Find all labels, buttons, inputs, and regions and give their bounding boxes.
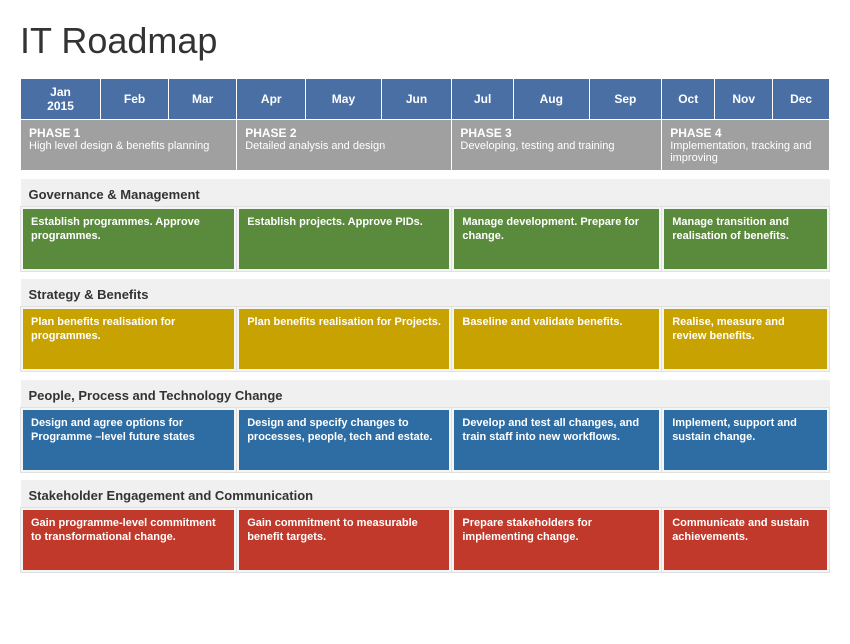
month-nov: Nov	[715, 79, 773, 120]
month-apr: Apr	[237, 79, 306, 120]
phase-row: PHASE 1 High level design & benefits pla…	[21, 120, 830, 171]
strategy-act-4: Realise, measure and review benefits.	[662, 307, 830, 372]
governance-act-3-text: Manage development. Prepare for change.	[454, 209, 659, 269]
month-sep: Sep	[589, 79, 662, 120]
strategy-title: Strategy & Benefits	[21, 279, 830, 307]
people-act-4: Implement, support and sustain change.	[662, 407, 830, 472]
phase-1-cell: PHASE 1 High level design & benefits pla…	[21, 120, 237, 171]
people-title: People, Process and Technology Change	[21, 380, 830, 408]
strategy-section-header: Strategy & Benefits	[21, 279, 830, 307]
people-act-2-text: Design and specify changes to processes,…	[239, 410, 449, 470]
month-jul: Jul	[452, 79, 514, 120]
governance-act-2: Establish projects. Approve PIDs.	[237, 206, 452, 271]
month-jan: Jan2015	[21, 79, 101, 120]
strategy-act-4-text: Realise, measure and review benefits.	[664, 309, 827, 369]
month-header-row: Jan2015 Feb Mar Apr May Jun Jul Aug Sep …	[21, 79, 830, 120]
governance-activity-row: Establish programmes. Approve programmes…	[21, 206, 830, 271]
strategy-act-2-text: Plan benefits realisation for Projects.	[239, 309, 449, 369]
governance-title: Governance & Management	[21, 179, 830, 207]
governance-act-4-text: Manage transition and realisation of ben…	[664, 209, 827, 269]
roadmap-table: Jan2015 Feb Mar Apr May Jun Jul Aug Sep …	[20, 78, 830, 573]
people-act-3-text: Develop and test all changes, and train …	[454, 410, 659, 470]
page-title: IT Roadmap	[20, 20, 830, 62]
people-act-4-text: Implement, support and sustain change.	[664, 410, 827, 470]
stakeholder-act-4: Communicate and sustain achievements.	[662, 508, 830, 573]
phase-3-desc: Developing, testing and training	[460, 140, 653, 152]
stakeholder-act-1-text: Gain programme-level commitment to trans…	[23, 510, 234, 570]
stakeholder-act-1: Gain programme-level commitment to trans…	[21, 508, 237, 573]
stakeholder-section-header: Stakeholder Engagement and Communication	[21, 480, 830, 508]
phase-2-cell: PHASE 2 Detailed analysis and design	[237, 120, 452, 171]
strategy-act-3: Baseline and validate benefits.	[452, 307, 662, 372]
month-feb: Feb	[101, 79, 169, 120]
phase-1-desc: High level design & benefits planning	[29, 140, 228, 152]
stakeholder-act-2-text: Gain commitment to measurable benefit ta…	[239, 510, 449, 570]
strategy-act-1-text: Plan benefits realisation for programmes…	[23, 309, 234, 369]
people-act-2: Design and specify changes to processes,…	[237, 407, 452, 472]
phase-2-title: PHASE 2	[245, 126, 443, 140]
strategy-act-3-text: Baseline and validate benefits.	[454, 309, 659, 369]
people-section-header: People, Process and Technology Change	[21, 380, 830, 408]
month-oct: Oct	[662, 79, 715, 120]
month-jun: Jun	[381, 79, 452, 120]
governance-section-header: Governance & Management	[21, 179, 830, 207]
governance-act-2-text: Establish projects. Approve PIDs.	[239, 209, 449, 269]
stakeholder-activity-row: Gain programme-level commitment to trans…	[21, 508, 830, 573]
stakeholder-act-4-text: Communicate and sustain achievements.	[664, 510, 827, 570]
month-aug: Aug	[513, 79, 589, 120]
phase-4-desc: Implementation, tracking and improving	[670, 140, 821, 164]
governance-act-1: Establish programmes. Approve programmes…	[21, 206, 237, 271]
stakeholder-act-3: Prepare stakeholders for implementing ch…	[452, 508, 662, 573]
strategy-act-2: Plan benefits realisation for Projects.	[237, 307, 452, 372]
month-may: May	[306, 79, 381, 120]
phase-4-cell: PHASE 4 Implementation, tracking and imp…	[662, 120, 830, 171]
governance-act-4: Manage transition and realisation of ben…	[662, 206, 830, 271]
people-act-3: Develop and test all changes, and train …	[452, 407, 662, 472]
phase-4-title: PHASE 4	[670, 126, 821, 140]
people-activity-row: Design and agree options for Programme –…	[21, 407, 830, 472]
stakeholder-title: Stakeholder Engagement and Communication	[21, 480, 830, 508]
governance-act-1-text: Establish programmes. Approve programmes…	[23, 209, 234, 269]
phase-2-desc: Detailed analysis and design	[245, 140, 443, 152]
stakeholder-act-3-text: Prepare stakeholders for implementing ch…	[454, 510, 659, 570]
phase-1-title: PHASE 1	[29, 126, 228, 140]
governance-act-3: Manage development. Prepare for change.	[452, 206, 662, 271]
month-mar: Mar	[169, 79, 237, 120]
phase-3-cell: PHASE 3 Developing, testing and training	[452, 120, 662, 171]
month-dec: Dec	[773, 79, 830, 120]
strategy-act-1: Plan benefits realisation for programmes…	[21, 307, 237, 372]
phase-3-title: PHASE 3	[460, 126, 653, 140]
people-act-1-text: Design and agree options for Programme –…	[23, 410, 234, 470]
stakeholder-act-2: Gain commitment to measurable benefit ta…	[237, 508, 452, 573]
strategy-activity-row: Plan benefits realisation for programmes…	[21, 307, 830, 372]
people-act-1: Design and agree options for Programme –…	[21, 407, 237, 472]
